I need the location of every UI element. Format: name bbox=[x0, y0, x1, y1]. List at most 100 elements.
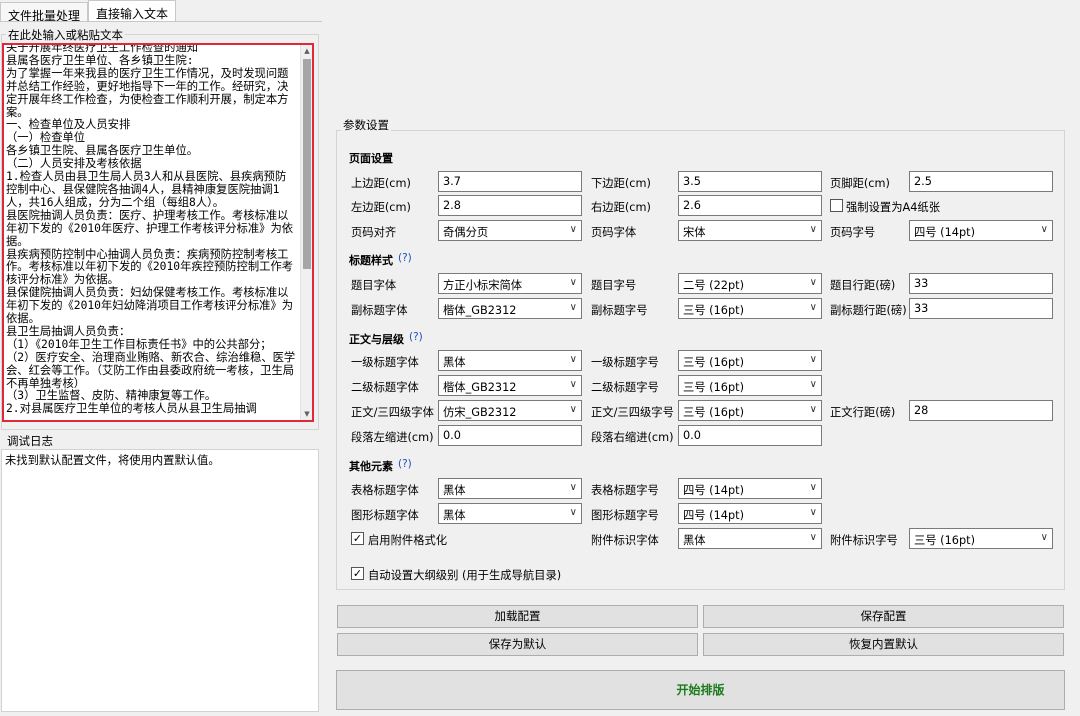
table-font-select[interactable]: 黑体 ∨ bbox=[438, 478, 582, 499]
table-font-value: 黑体 bbox=[443, 484, 466, 497]
chevron-down-icon: ∨ bbox=[809, 224, 817, 235]
subtitle-font-value: 楷体_GB2312 bbox=[443, 304, 517, 317]
editor-scroll-thumb[interactable] bbox=[303, 59, 311, 269]
chevron-down-icon: ∨ bbox=[569, 507, 577, 518]
chevron-down-icon: ∨ bbox=[809, 507, 817, 518]
subtitle-spacing-label: 副标题行距(磅) bbox=[830, 304, 907, 317]
page-num-align-label: 页码对齐 bbox=[351, 226, 397, 239]
page-num-size-value: 四号 (14pt) bbox=[914, 226, 975, 239]
input-group-label: 在此处输入或粘贴文本 bbox=[6, 27, 125, 43]
attach-enable-label: 启用附件格式化 bbox=[368, 534, 448, 547]
top-margin-input[interactable]: 3.7 bbox=[438, 171, 582, 192]
right-indent-input[interactable]: 0.0 bbox=[678, 425, 822, 446]
table-size-select[interactable]: 四号 (14pt) ∨ bbox=[678, 478, 822, 499]
title-size-select[interactable]: 二号 (22pt) ∨ bbox=[678, 273, 822, 294]
log-label: 调试日志 bbox=[5, 433, 55, 449]
other-help-icon[interactable]: (?) bbox=[398, 458, 412, 470]
h1-font-label: 一级标题字体 bbox=[351, 356, 419, 369]
tab-direct-input[interactable]: 直接输入文本 bbox=[88, 0, 177, 22]
force-a4-checkbox[interactable] bbox=[830, 199, 843, 212]
title-style-help-icon[interactable]: (?) bbox=[398, 252, 412, 264]
tab-batch-files[interactable]: 文件批量处理 bbox=[0, 2, 89, 23]
load-config-button[interactable]: 加载配置 bbox=[337, 605, 698, 628]
section-other-elements: 其他元素 bbox=[349, 460, 393, 473]
left-indent-label: 段落左缩进(cm) bbox=[351, 431, 434, 444]
top-margin-label: 上边距(cm) bbox=[351, 177, 411, 190]
chevron-down-icon: ∨ bbox=[809, 354, 817, 365]
right-margin-label: 右边距(cm) bbox=[591, 201, 651, 214]
title-font-select[interactable]: 方正小标宋简体 ∨ bbox=[438, 273, 582, 294]
subtitle-size-select[interactable]: 三号 (16pt) ∨ bbox=[678, 298, 822, 319]
h2-size-label: 二级标题字号 bbox=[591, 381, 659, 394]
right-margin-input[interactable]: 2.6 bbox=[678, 195, 822, 216]
page-num-align-select[interactable]: 奇偶分页 ∨ bbox=[438, 220, 582, 241]
body-help-icon[interactable]: (?) bbox=[409, 331, 423, 343]
subtitle-spacing-input[interactable]: 33 bbox=[909, 298, 1053, 319]
auto-outline-checkbox[interactable]: ✓ bbox=[351, 567, 364, 580]
h1-font-select[interactable]: 黑体 ∨ bbox=[438, 350, 582, 371]
log-text: 未找到默认配置文件，将使用内置默认值。 bbox=[5, 454, 220, 467]
window-scrollbar[interactable] bbox=[1068, 0, 1080, 716]
chevron-down-icon: ∨ bbox=[569, 482, 577, 493]
title-spacing-input[interactable]: 33 bbox=[909, 273, 1053, 294]
figure-size-value: 四号 (14pt) bbox=[683, 509, 744, 522]
attach-font-select[interactable]: 黑体 ∨ bbox=[678, 528, 822, 549]
chevron-down-icon: ∨ bbox=[809, 482, 817, 493]
body-font-select[interactable]: 仿宋_GB2312 ∨ bbox=[438, 400, 582, 421]
body-size-select[interactable]: 三号 (16pt) ∨ bbox=[678, 400, 822, 421]
scroll-down-icon[interactable]: ▼ bbox=[302, 409, 312, 419]
body-size-label: 正文/三四级字号 bbox=[591, 406, 674, 419]
figure-size-select[interactable]: 四号 (14pt) ∨ bbox=[678, 503, 822, 524]
attach-size-label: 附件标识字号 bbox=[830, 534, 898, 547]
bottom-margin-label: 下边距(cm) bbox=[591, 177, 651, 190]
section-title-style: 标题样式 bbox=[349, 254, 393, 267]
body-size-value: 三号 (16pt) bbox=[683, 406, 744, 419]
chevron-down-icon: ∨ bbox=[1040, 224, 1048, 235]
page-num-font-label: 页码字体 bbox=[591, 226, 637, 239]
bottom-margin-input[interactable]: 3.5 bbox=[678, 171, 822, 192]
force-a4-label: 强制设置为A4纸张 bbox=[846, 201, 940, 214]
attach-size-value: 三号 (16pt) bbox=[914, 534, 975, 547]
attach-size-select[interactable]: 三号 (16pt) ∨ bbox=[909, 528, 1053, 549]
h2-size-select[interactable]: 三号 (16pt) ∨ bbox=[678, 375, 822, 396]
restore-defaults-button[interactable]: 恢复内置默认 bbox=[703, 633, 1064, 656]
editor-text[interactable]: 关于开展年终医疗卫生工作检查的通知 县属各医疗卫生单位、各乡镇卫生院: 为了掌握… bbox=[6, 45, 296, 416]
subtitle-size-label: 副标题字号 bbox=[591, 304, 648, 317]
attach-font-label: 附件标识字体 bbox=[591, 534, 659, 547]
debug-log[interactable]: 未找到默认配置文件，将使用内置默认值。 bbox=[1, 449, 319, 712]
chevron-down-icon: ∨ bbox=[569, 224, 577, 235]
left-indent-input[interactable]: 0.0 bbox=[438, 425, 582, 446]
text-editor[interactable]: 关于开展年终医疗卫生工作检查的通知 县属各医疗卫生单位、各乡镇卫生院: 为了掌握… bbox=[2, 43, 314, 422]
footer-margin-input[interactable]: 2.5 bbox=[909, 171, 1053, 192]
page-num-size-select[interactable]: 四号 (14pt) ∨ bbox=[909, 220, 1053, 241]
scroll-up-icon[interactable]: ▲ bbox=[302, 46, 312, 56]
attach-enable-checkbox[interactable]: ✓ bbox=[351, 532, 364, 545]
h1-size-select[interactable]: 三号 (16pt) ∨ bbox=[678, 350, 822, 371]
chevron-down-icon: ∨ bbox=[569, 354, 577, 365]
body-spacing-label: 正文行距(磅) bbox=[830, 406, 896, 419]
h2-font-label: 二级标题字体 bbox=[351, 381, 419, 394]
left-margin-input[interactable]: 2.8 bbox=[438, 195, 582, 216]
body-spacing-input[interactable]: 28 bbox=[909, 400, 1053, 421]
h2-font-select[interactable]: 楷体_GB2312 ∨ bbox=[438, 375, 582, 396]
figure-font-select[interactable]: 黑体 ∨ bbox=[438, 503, 582, 524]
h1-size-value: 三号 (16pt) bbox=[683, 356, 744, 369]
editor-scrollbar[interactable]: ▲ ▼ bbox=[300, 45, 312, 420]
page-num-font-select[interactable]: 宋体 ∨ bbox=[678, 220, 822, 241]
chevron-down-icon: ∨ bbox=[569, 277, 577, 288]
figure-font-value: 黑体 bbox=[443, 509, 466, 522]
left-margin-label: 左边距(cm) bbox=[351, 201, 411, 214]
start-format-button[interactable]: 开始排版 bbox=[336, 670, 1065, 710]
subtitle-font-select[interactable]: 楷体_GB2312 ∨ bbox=[438, 298, 582, 319]
chevron-down-icon: ∨ bbox=[569, 302, 577, 313]
save-as-default-button[interactable]: 保存为默认 bbox=[337, 633, 698, 656]
page-num-size-label: 页码字号 bbox=[830, 226, 876, 239]
chevron-down-icon: ∨ bbox=[809, 302, 817, 313]
section-body-levels: 正文与层级 bbox=[349, 333, 404, 346]
title-size-label: 题目字号 bbox=[591, 279, 637, 292]
save-config-button[interactable]: 保存配置 bbox=[703, 605, 1064, 628]
chevron-down-icon: ∨ bbox=[569, 404, 577, 415]
right-indent-label: 段落右缩进(cm) bbox=[591, 431, 674, 444]
title-font-value: 方正小标宋简体 bbox=[443, 279, 523, 292]
figure-size-label: 图形标题字号 bbox=[591, 509, 659, 522]
